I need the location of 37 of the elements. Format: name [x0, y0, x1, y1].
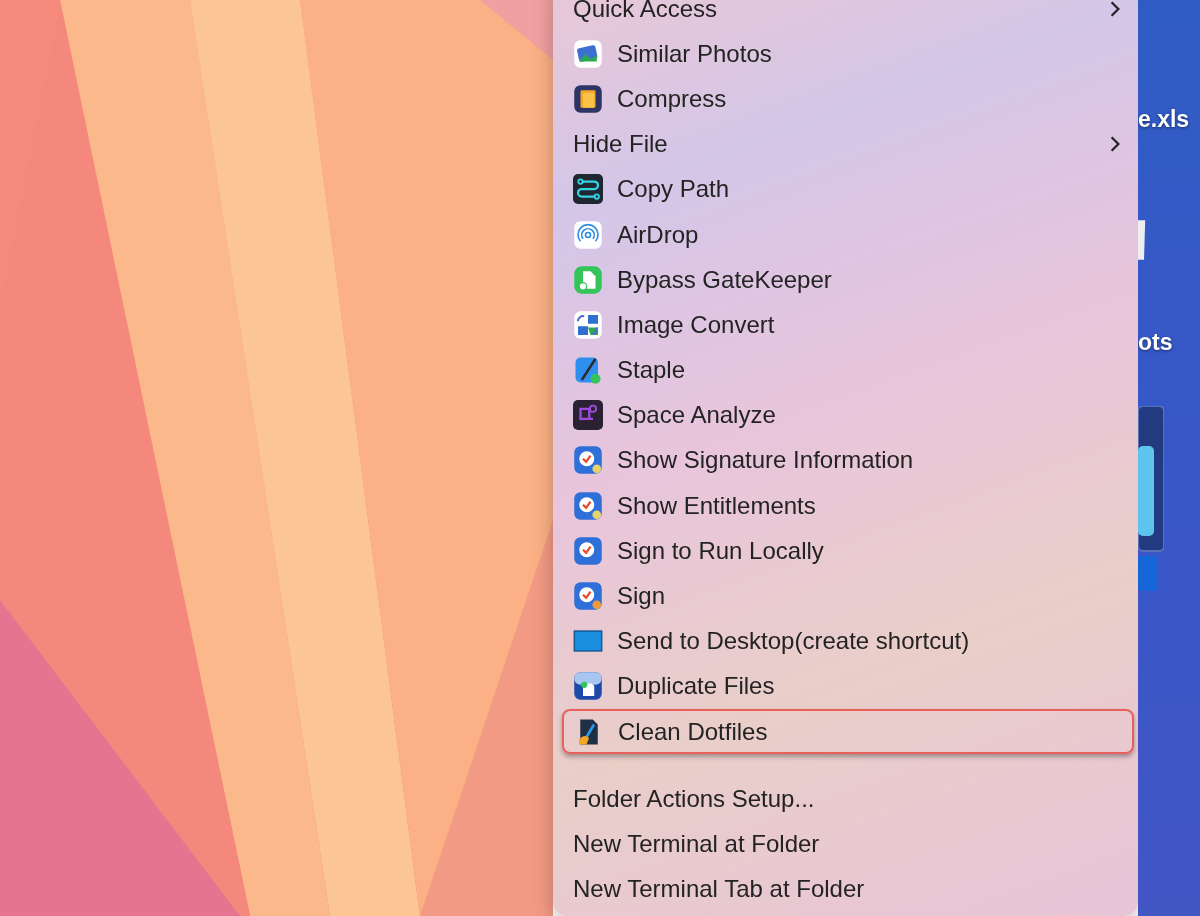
menu-item[interactable]: Sign to Run Locally: [565, 528, 1129, 574]
menu-item[interactable]: Hide File: [565, 121, 1129, 167]
menu-item[interactable]: Compress: [565, 76, 1129, 122]
menu-item[interactable]: New Terminal Tab at Folder: [565, 866, 1129, 912]
airdrop-icon: [573, 219, 603, 250]
menu-item[interactable]: Copy Path: [565, 166, 1129, 212]
menu-item[interactable]: Quick Access: [565, 0, 1129, 32]
folder-icon: [1138, 406, 1164, 591]
menu-item[interactable]: AirDrop: [565, 211, 1129, 258]
menu-item[interactable]: Space Analyze: [565, 392, 1129, 438]
path-icon: [573, 174, 603, 205]
menu-item[interactable]: Show Entitlements: [565, 483, 1129, 529]
menu-item[interactable]: Sign: [565, 573, 1129, 619]
image-convert-icon: [573, 309, 603, 340]
check-badge-icon: [573, 445, 603, 476]
chevron-right-icon: [1109, 0, 1121, 18]
menu-item[interactable]: Image Convert: [565, 302, 1129, 348]
folder-label: ots: [1138, 329, 1173, 356]
menu-item[interactable]: New Terminal at Folder: [565, 821, 1129, 867]
menu-item[interactable]: Folder Actions Setup...: [565, 776, 1129, 822]
menu-item[interactable]: Clean Dotfiles: [562, 709, 1134, 755]
menu-item[interactable]: Similar Photos: [565, 31, 1129, 77]
file-label: e.xls: [1138, 106, 1190, 133]
menu-item[interactable]: Duplicate Files: [565, 663, 1129, 709]
chevron-right-icon: [1109, 135, 1121, 154]
menu-item[interactable]: Send to Desktop(create shortcut): [565, 618, 1129, 664]
photo-stack-icon: [573, 38, 603, 69]
duplicate-file-icon: [573, 671, 603, 702]
check-badge-icon: [573, 490, 603, 521]
menu-item[interactable]: Show Signature Information: [565, 437, 1129, 484]
check-badge-icon: [573, 581, 603, 612]
storage-search-icon: [573, 400, 603, 431]
document-gear-icon: [573, 264, 603, 295]
folder-zip-icon: [573, 83, 603, 114]
menu-item[interactable]: Staple: [565, 347, 1129, 393]
menu-item[interactable]: Bypass GateKeeper: [565, 257, 1129, 303]
check-badge-icon: [573, 535, 603, 566]
